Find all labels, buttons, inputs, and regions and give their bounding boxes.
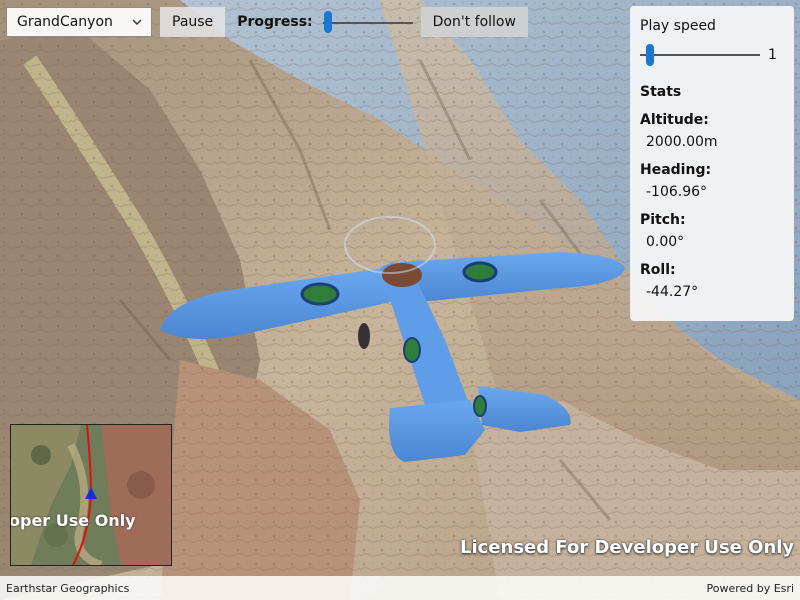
play-speed-slider[interactable]	[640, 42, 760, 68]
altitude-value: 2000.00m	[646, 134, 718, 150]
mission-dropdown-value: GrandCanyon	[17, 14, 113, 30]
stats-heading: Stats	[640, 84, 682, 100]
roll-label: Roll:	[640, 262, 676, 278]
heading-value: -106.96°	[646, 184, 708, 200]
play-speed-row: 1	[640, 42, 784, 68]
heading-label: Heading:	[640, 162, 712, 178]
pitch-value: 0.00°	[646, 234, 685, 250]
progress-slider-thumb[interactable]	[323, 11, 332, 33]
progress-slider[interactable]	[321, 7, 413, 37]
pitch-label: Pitch:	[640, 212, 686, 228]
attribution-right[interactable]: Powered by Esri	[706, 582, 794, 595]
stats-panel: Play speed 1 Stats Altitude: 2000.00m He…	[630, 6, 794, 321]
license-watermark: Licensed For Developer Use Only	[460, 537, 795, 558]
progress-label: Progress:	[237, 14, 313, 30]
play-speed-slider-thumb[interactable]	[646, 44, 654, 66]
roll-value: -44.27°	[646, 284, 699, 300]
minimap-terrain	[11, 425, 171, 565]
attribution-left: Earthstar Geographics	[6, 581, 130, 595]
attribution-bar: Earthstar Geographics Powered by Esri	[0, 576, 800, 600]
altitude-label: Altitude:	[640, 112, 709, 128]
minimap-watermark: oper Use Only	[10, 511, 136, 530]
follow-toggle-button[interactable]: Don't follow	[420, 7, 528, 37]
play-speed-value: 1	[768, 47, 777, 63]
play-speed-label: Play speed	[640, 18, 716, 34]
toolbar: GrandCanyon Pause Progress: Don't follow	[6, 6, 528, 38]
pause-button[interactable]: Pause	[160, 7, 226, 37]
progress-slider-rail	[322, 22, 413, 24]
minimap[interactable]: oper Use Only	[10, 424, 172, 566]
play-speed-slider-rail	[640, 54, 760, 56]
mission-dropdown[interactable]: GrandCanyon	[6, 7, 152, 37]
chevron-down-icon	[132, 19, 142, 25]
